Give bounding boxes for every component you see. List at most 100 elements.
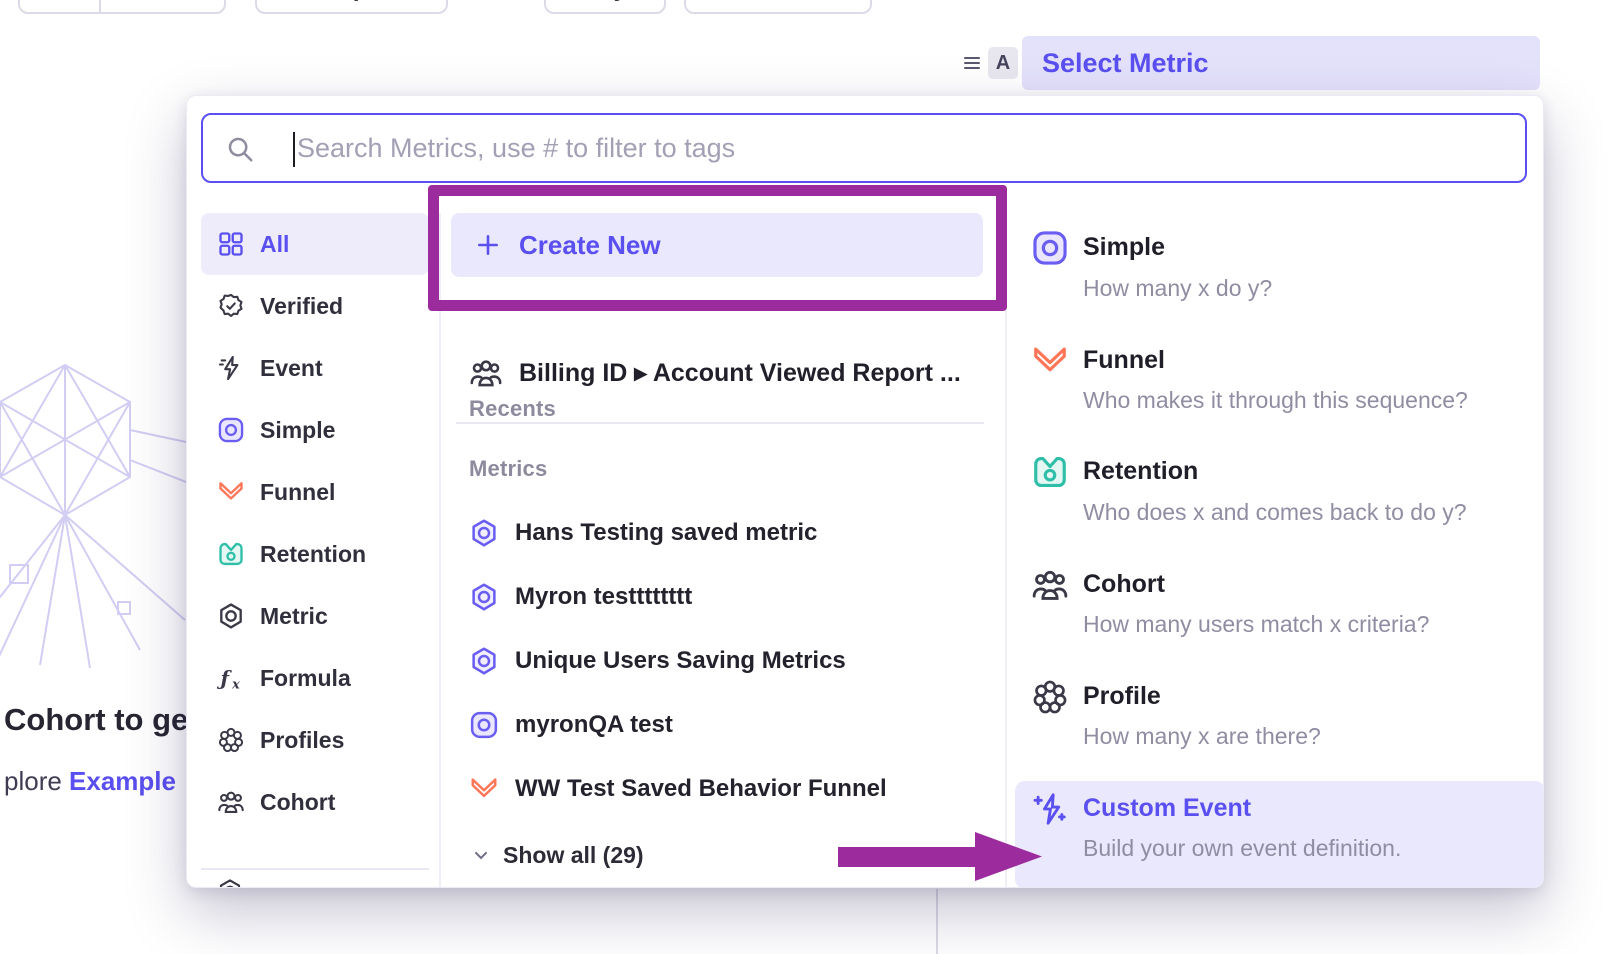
select-metric-label: Select Metric [1042, 48, 1209, 79]
metric-search-box [201, 113, 1527, 183]
line-chart-icon [736, 0, 760, 1]
create-new-label: Create New [519, 230, 661, 261]
sidebar-label: Simple [260, 417, 335, 444]
metric-list-item[interactable]: Hans Testing saved metric [469, 509, 817, 557]
category-sidebar: All Verified Event Simple Funnel Retenti… [201, 213, 429, 833]
series-a-badge: A [988, 47, 1018, 79]
sidebar-label: All [260, 231, 289, 258]
drag-handle-icon[interactable] [962, 52, 982, 72]
metric-list-item[interactable]: Unique Users Saving Metrics [469, 637, 846, 685]
range-12m-button[interactable]: 12M [20, 0, 99, 12]
background-headline: Cohort to ge [4, 702, 188, 738]
clipped-sidebar-icon [217, 878, 243, 888]
type-funnel-desc: Who makes it through this sequence? [1083, 387, 1468, 414]
sidebar-divider [201, 868, 429, 870]
funnel-icon [1031, 342, 1069, 380]
type-custom-event[interactable]: Custom Event [1083, 794, 1251, 823]
type-cohort[interactable]: Cohort [1083, 570, 1165, 599]
type-custom-event-desc: Build your own event definition. [1083, 835, 1401, 862]
type-funnel[interactable]: Funnel [1083, 346, 1165, 375]
metric-list-item[interactable]: WW Test Saved Behavior Funnel [469, 765, 887, 813]
retention-icon [217, 540, 245, 568]
background-subline: plore Example [4, 766, 176, 797]
show-all-button[interactable]: Show all (29) [471, 837, 644, 873]
sidebar-label: Retention [260, 541, 366, 568]
metric-hexagon-icon [469, 518, 499, 548]
cohort-people-icon [469, 356, 503, 390]
sidebar-item-simple[interactable]: Simple [201, 399, 429, 461]
metric-hexagon-icon [469, 582, 499, 612]
retention-icon [1031, 453, 1069, 491]
simple-icon [217, 416, 245, 444]
metric-item-label: Hans Testing saved metric [515, 519, 817, 547]
metric-item-label: Unique Users Saving Metrics [515, 647, 846, 675]
type-retention-desc: Who does x and comes back to do y? [1083, 499, 1467, 526]
formula-icon: ƒx [217, 664, 245, 692]
svg-text:ƒ: ƒ [217, 666, 233, 690]
sidebar-label: Metric [260, 603, 328, 630]
compare-button[interactable]: Compare [255, 0, 448, 14]
metrics-header: Metrics [469, 456, 547, 482]
panel-divider [936, 889, 938, 954]
verified-badge-icon [217, 292, 245, 320]
type-simple-desc: How many x do y? [1083, 275, 1272, 302]
text-cursor [293, 132, 295, 167]
sidebar-label: Profiles [260, 727, 344, 754]
sidebar-label: Formula [260, 665, 351, 692]
event-bolt-icon [217, 354, 245, 382]
sidebar-label: Funnel [260, 479, 335, 506]
sidebar-item-formula[interactable]: ƒx Formula [201, 647, 429, 709]
type-simple[interactable]: Simple [1083, 233, 1165, 262]
funnel-icon [469, 774, 499, 804]
type-profile-desc: How many x are there? [1083, 723, 1321, 750]
sidebar-item-verified[interactable]: Verified [201, 275, 429, 337]
type-retention[interactable]: Retention [1083, 457, 1198, 486]
recent-item-label: Billing ID ▸ Account Viewed Report ... [519, 358, 961, 388]
custom-event-icon [1031, 790, 1069, 828]
day-granularity-button[interactable]: Day [544, 0, 666, 14]
example-link[interactable]: Example [69, 766, 176, 796]
sidebar-item-retention[interactable]: Retention [201, 523, 429, 585]
range-ytd-button[interactable]: YTD▾ [99, 0, 198, 12]
show-all-label: Show all (29) [503, 842, 644, 869]
grid-icon [217, 230, 245, 258]
recents-metrics-divider [456, 422, 984, 424]
simple-icon [469, 710, 499, 740]
chevron-down-icon [471, 845, 491, 865]
screen: 12M YTD▾ Compare Day Line A Select Metri… [0, 0, 1616, 954]
cohort-people-icon [217, 788, 245, 816]
metric-item-label: myronQA test [515, 711, 673, 739]
metric-list-item[interactable]: Myron testttttttt [469, 573, 692, 621]
select-metric-field[interactable]: Select Metric [1022, 36, 1540, 90]
profiles-flower-icon [217, 726, 245, 754]
line-chart-type-button[interactable]: Line [684, 0, 872, 14]
svg-text:x: x [231, 678, 240, 693]
type-cohort-desc: How many users match x criteria? [1083, 611, 1429, 638]
type-profile[interactable]: Profile [1083, 682, 1161, 711]
sidebar-item-funnel[interactable]: Funnel [201, 461, 429, 523]
sidebar-item-cohort[interactable]: Cohort [201, 771, 429, 833]
profiles-flower-icon [1031, 678, 1069, 716]
sidebar-label: Cohort [260, 789, 335, 816]
funnel-icon [217, 478, 245, 506]
recent-item-billing[interactable]: Billing ID ▸ Account Viewed Report ... [469, 349, 961, 397]
metric-item-label: WW Test Saved Behavior Funnel [515, 775, 887, 803]
metric-select-modal: All Verified Event Simple Funnel Retenti… [186, 95, 1544, 888]
date-range-segmented-control: 12M YTD▾ [18, 0, 226, 14]
sidebar-item-all[interactable]: All [201, 213, 429, 275]
metric-list-item[interactable]: myronQA test [469, 701, 673, 749]
metric-search-input[interactable] [203, 114, 1525, 182]
metric-item-label: Myron testttttttt [515, 583, 692, 611]
search-icon [225, 134, 255, 164]
sidebar-item-event[interactable]: Event [201, 337, 429, 399]
create-new-button[interactable]: Create New [451, 213, 983, 277]
metric-hexagon-icon [469, 646, 499, 676]
sidebar-item-profiles[interactable]: Profiles [201, 709, 429, 771]
simple-icon [1031, 229, 1069, 267]
metric-hexagon-icon [217, 602, 245, 630]
sidebar-item-metric[interactable]: Metric [201, 585, 429, 647]
sidebar-label: Event [260, 355, 323, 382]
column-divider-right [1005, 213, 1007, 888]
recents-header: Recents [469, 396, 556, 422]
plus-icon [475, 232, 501, 258]
